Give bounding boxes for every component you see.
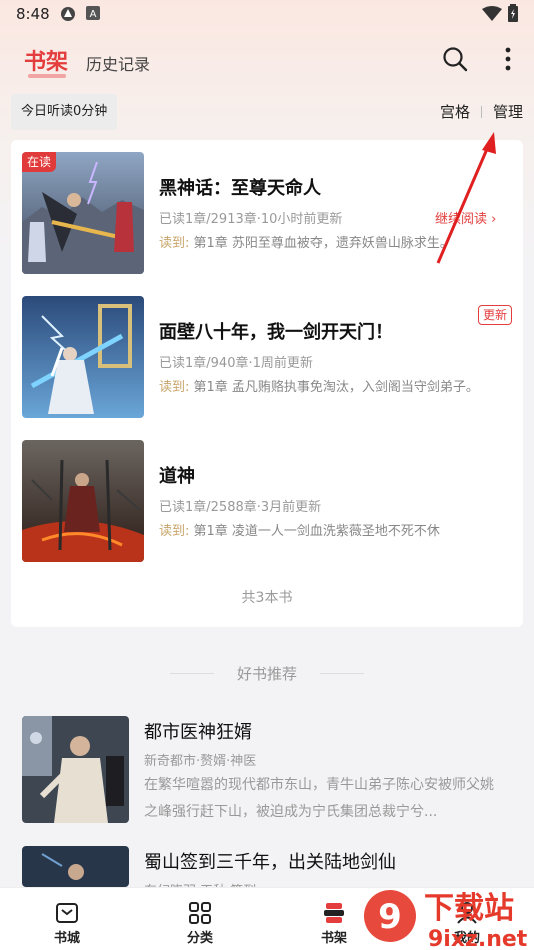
book-title: 道神 (159, 466, 195, 487)
reading-badge: 在读 (22, 152, 56, 172)
today-reading-time[interactable]: 今日听读0分钟 (11, 94, 118, 130)
last-read-label: 读到: (159, 380, 190, 395)
bookstore-icon (56, 903, 78, 923)
recommend-book-title: 都市医神狂婿 (144, 722, 252, 743)
search-icon[interactable] (442, 46, 468, 72)
nav-bookstore[interactable]: 书城 (27, 888, 107, 950)
recommend-item[interactable]: 都市医神狂婿 新奇都市·赘婿·神医 在繁华喧嚣的现代都市东山，青牛山弟子陈心安被… (0, 716, 534, 826)
last-read-chapter: 第1章 孟凡贿赂执事免淘汰，入剑阁当守剑弟子。 (193, 380, 479, 395)
book-progress: 已读1章/940章·1周前更新 (159, 356, 313, 371)
a-notification-icon: A (86, 6, 100, 20)
book-cover (22, 846, 129, 887)
tab-history[interactable]: 历史记录 (86, 51, 150, 75)
wifi-icon (482, 6, 502, 21)
book-cover (22, 296, 144, 418)
grid-view-button[interactable]: 宫格 (440, 101, 470, 122)
update-badge: 更新 (478, 305, 512, 325)
recommend-heading: 好书推荐 (0, 663, 534, 683)
recommend-book-title: 蜀山签到三千年，出关陆地剑仙 (144, 852, 396, 873)
nav-category[interactable]: 分类 (160, 888, 240, 950)
category-icon (189, 902, 211, 924)
book-cover (22, 440, 144, 562)
last-read: 读到: 第1章 凌道一人一剑血洗紫薇圣地不死不休 (159, 518, 513, 546)
annotation-arrow-icon (436, 132, 496, 264)
last-read-chapter: 第1章 凌道一人一剑血洗紫薇圣地不死不休 (193, 524, 440, 539)
svg-text:A: A (90, 9, 97, 20)
svg-text:9: 9 (378, 897, 402, 937)
bookshelf-icon (324, 903, 344, 923)
book-item[interactable]: 道神 已读1章/2588章·3月前更新 读到: 第1章 凌道一人一剑血洗紫薇圣地… (11, 440, 523, 564)
svg-text:9ixz.net: 9ixz.net (428, 927, 528, 950)
nav-label: 分类 (186, 931, 213, 946)
book-progress: 已读1章/2913章·10小时前更新 (159, 212, 343, 227)
divider (481, 106, 482, 118)
book-count: 共3本书 (241, 590, 293, 606)
status-bar: 8:48 A (0, 0, 534, 28)
recommend-book-desc: 在繁华喧嚣的现代都市东山，青牛山弟子陈心安被师父姚之峰强行赶下山，被迫成为宁氏集… (144, 777, 494, 820)
last-read-label: 读到: (159, 236, 190, 251)
nav-label: 书城 (53, 931, 80, 946)
manage-button[interactable]: 管理 (493, 101, 523, 122)
last-read: 读到: 第1章 孟凡贿赂执事免淘汰，入剑阁当守剑弟子。 (159, 374, 513, 402)
tab-bookshelf[interactable]: 书架 (24, 44, 68, 76)
book-cover (22, 716, 129, 823)
book-item[interactable]: 面壁八十年，我一剑开天门！ 已读1章/940章·1周前更新 读到: 第1章 孟凡… (11, 296, 523, 420)
book-title: 黑神话：至尊天命人 (159, 178, 321, 199)
last-read-chapter: 第1章 苏阳至尊血被夺，遗弃妖兽山脉求生。 (193, 236, 453, 251)
divider (320, 673, 364, 674)
watermark-logo: 9 下载站 9ixz.net (364, 890, 528, 950)
recommend-title: 好书推荐 (236, 665, 297, 683)
battery-icon (508, 4, 518, 22)
book-progress: 已读1章/2588章·3月前更新 (159, 500, 322, 515)
tab-active-indicator (28, 74, 66, 78)
status-time: 8:48 (16, 5, 50, 23)
last-read-label: 读到: (159, 524, 190, 539)
app-notification-icon (61, 7, 75, 21)
more-icon[interactable] (502, 46, 514, 72)
svg-text:下载站: 下载站 (424, 891, 514, 926)
book-title: 面壁八十年，我一剑开天门！ (159, 322, 393, 343)
recommend-book-tags: 新奇都市·赘婿·神医 (144, 754, 257, 769)
